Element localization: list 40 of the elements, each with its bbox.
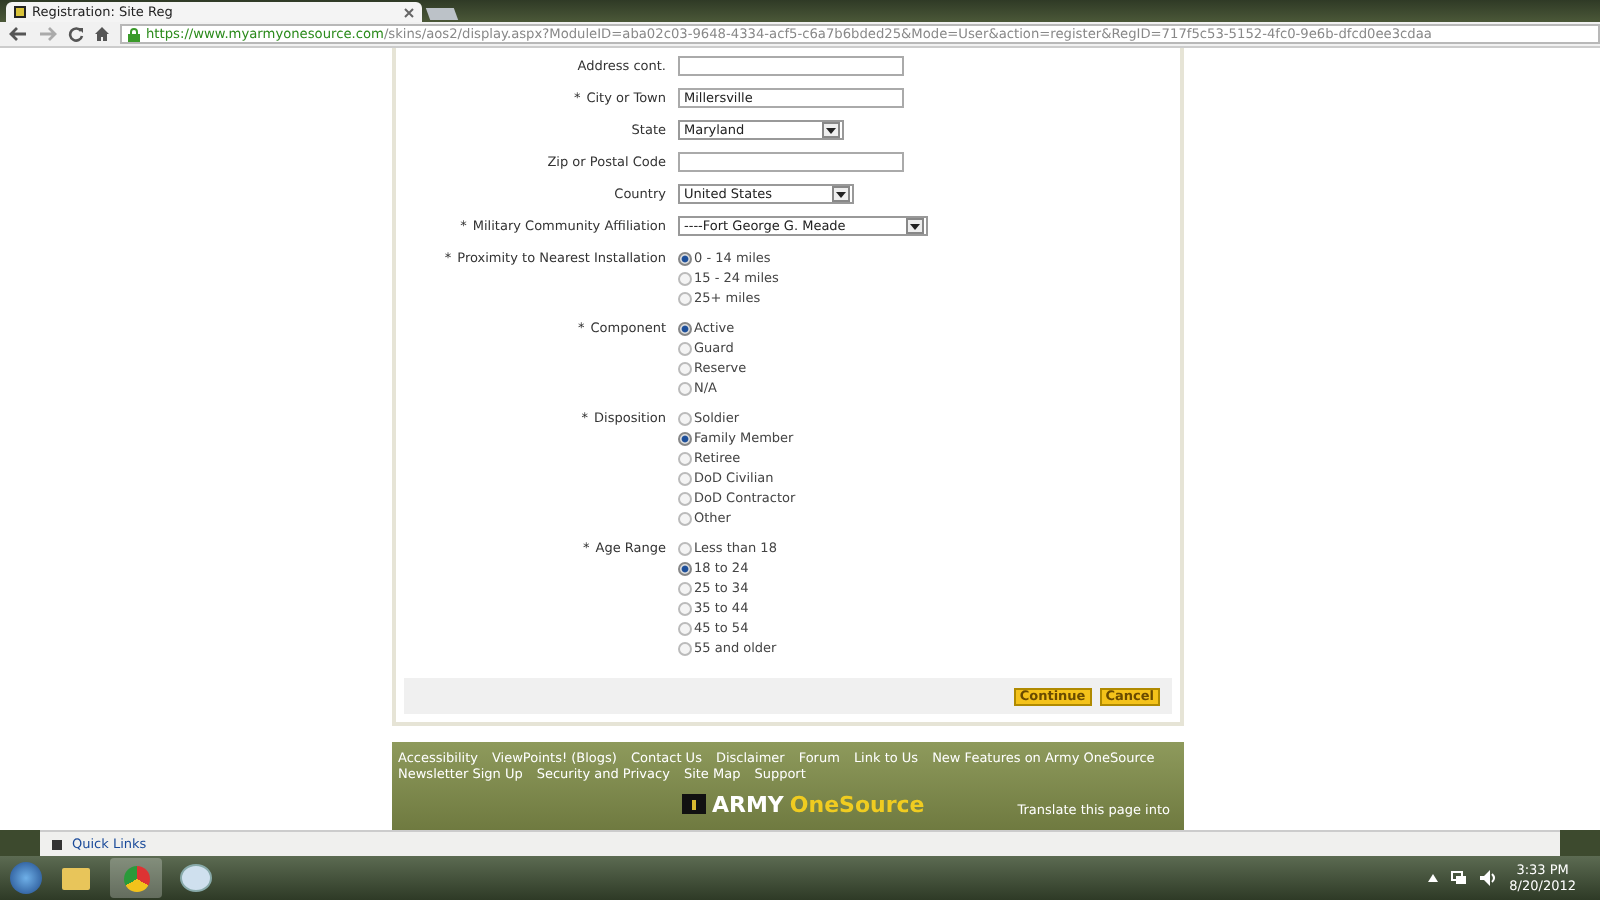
dropdown-arrow-icon[interactable] <box>905 218 924 234</box>
start-button[interactable] <box>10 862 42 894</box>
radio-button[interactable] <box>678 341 692 355</box>
radio-button[interactable] <box>678 541 692 555</box>
radio-button[interactable] <box>678 641 692 655</box>
radio-button[interactable] <box>678 321 692 335</box>
radio-button[interactable] <box>678 471 692 485</box>
logo-text: OneSource <box>789 791 925 817</box>
dropdown-arrow-icon[interactable] <box>822 122 840 138</box>
new-tab-button[interactable] <box>425 8 459 20</box>
dropdown-arrow-icon[interactable] <box>832 186 851 202</box>
radio-button[interactable] <box>678 581 692 595</box>
radio-button[interactable] <box>678 491 692 505</box>
favicon-icon <box>14 6 26 18</box>
radio-button[interactable] <box>678 361 692 375</box>
close-icon[interactable] <box>404 7 414 17</box>
text-field[interactable] <box>678 152 904 172</box>
forward-icon[interactable] <box>38 26 58 42</box>
radio-button[interactable] <box>678 601 692 615</box>
network-icon[interactable] <box>1449 870 1468 886</box>
bookmark-icon <box>52 839 62 849</box>
radio-button[interactable] <box>678 621 692 635</box>
lock-icon <box>128 27 140 41</box>
radio-button[interactable] <box>678 451 692 465</box>
speaker-icon[interactable] <box>1479 870 1498 886</box>
logo-icon <box>682 794 706 814</box>
reload-icon[interactable] <box>68 26 84 42</box>
logo-text: ARMY <box>712 791 784 817</box>
radio-button[interactable] <box>678 381 692 395</box>
radio-button[interactable] <box>678 561 692 575</box>
radio-button[interactable] <box>678 271 692 285</box>
back-icon[interactable] <box>8 26 28 42</box>
radio-button[interactable] <box>678 411 692 425</box>
home-icon[interactable] <box>94 26 110 42</box>
radio-button[interactable] <box>678 251 692 265</box>
radio-button[interactable] <box>678 431 692 445</box>
radio-button[interactable] <box>678 291 692 305</box>
text-field[interactable] <box>678 56 904 76</box>
radio-button[interactable] <box>678 511 692 525</box>
tray-arrow-icon[interactable] <box>1427 874 1438 882</box>
